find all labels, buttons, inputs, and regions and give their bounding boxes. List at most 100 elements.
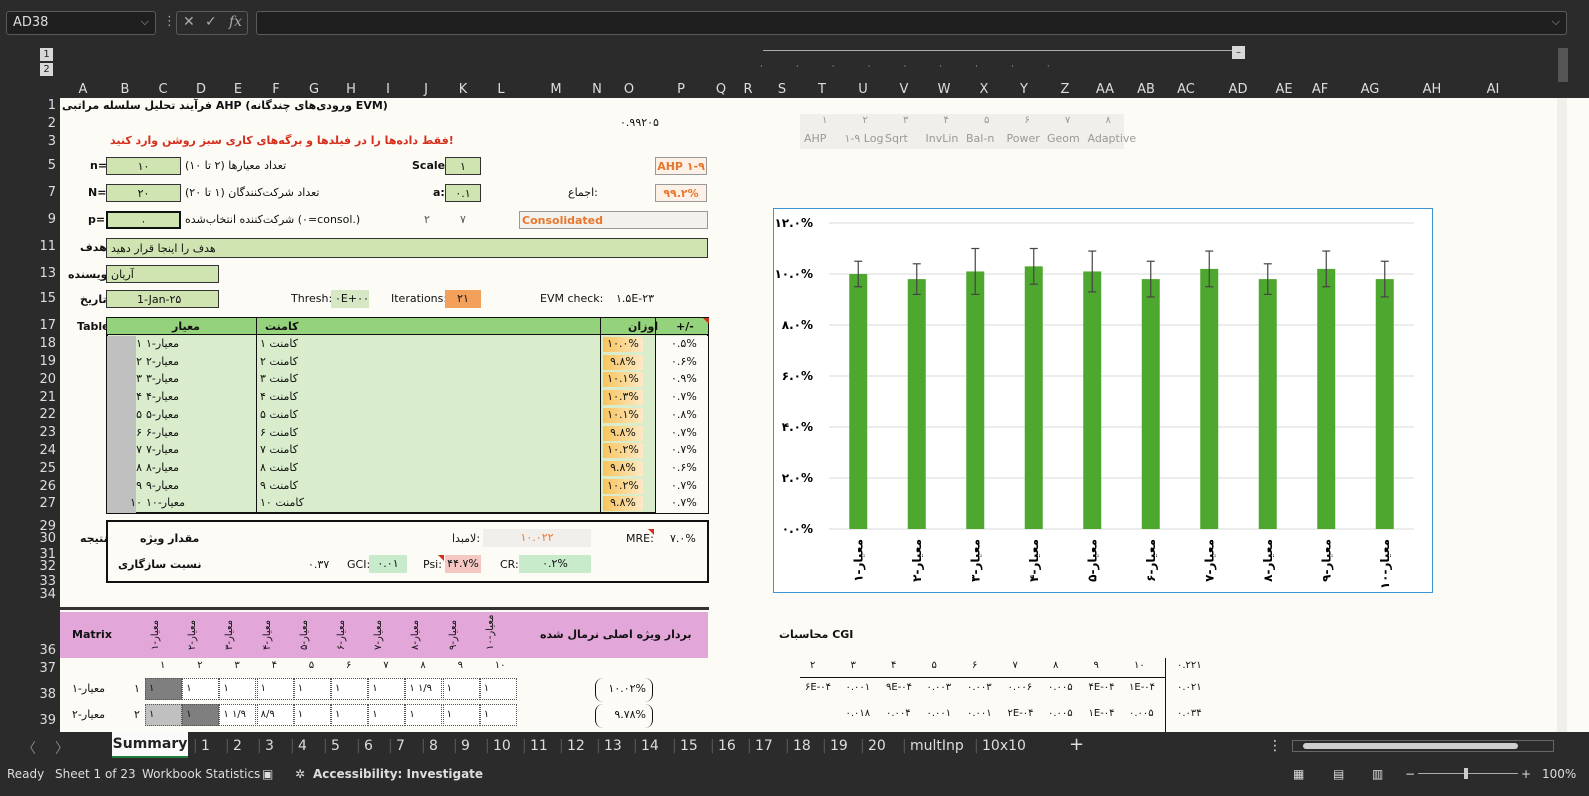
col-header[interactable]: P — [677, 82, 685, 97]
criteria-comment[interactable]: کامنت ۱ — [260, 337, 298, 350]
sheet-tab[interactable]: 5 — [331, 738, 340, 754]
row-header[interactable]: 7 — [48, 185, 56, 200]
accessibility-icon[interactable]: ✲ — [295, 767, 305, 781]
row-header[interactable]: 30 — [39, 531, 56, 546]
col-header[interactable]: N — [592, 82, 602, 97]
scale-option-name[interactable]: Bal-n — [966, 132, 994, 145]
col-header[interactable]: H — [346, 82, 356, 97]
scale-option-name[interactable]: Adaptive — [1088, 132, 1137, 145]
add-sheet-icon[interactable]: + — [1069, 734, 1084, 755]
tab-scroll-left-icon[interactable]: 〈 — [22, 738, 36, 758]
matrix-cell[interactable]: ۱ — [331, 678, 368, 700]
col-header[interactable]: M — [550, 82, 561, 97]
criteria-comment[interactable]: کامنت ۵ — [260, 408, 298, 421]
col-header[interactable]: AD — [1229, 82, 1248, 97]
matrix-cell[interactable]: ۱ ۱/۹ — [405, 678, 443, 700]
zoom-out-icon[interactable]: − — [1405, 767, 1415, 781]
row-header[interactable]: 2 — [48, 116, 56, 131]
row-header[interactable]: 38 — [39, 687, 56, 702]
criteria-name[interactable]: معیار-۶ — [146, 426, 179, 439]
outline-level-1-button[interactable]: 1 — [40, 48, 53, 61]
matrix-cell[interactable]: ۱ — [331, 704, 368, 726]
sheet-tab[interactable]: multInp — [910, 738, 964, 754]
col-header[interactable]: R — [743, 82, 752, 97]
sheet-tab[interactable]: 2 — [233, 738, 242, 754]
row-header[interactable]: 18 — [39, 336, 56, 351]
sheet-tab[interactable]: 4 — [298, 738, 307, 754]
scale-input[interactable]: ۱ — [445, 157, 481, 175]
col-header[interactable]: S — [778, 82, 786, 97]
row-header[interactable]: 23 — [39, 425, 56, 440]
accessibility-status[interactable]: Accessibility: Investigate — [313, 767, 483, 781]
sheet-tab[interactable]: 3 — [265, 738, 274, 754]
col-header[interactable]: I — [386, 82, 390, 97]
author-input[interactable]: آریان — [106, 265, 219, 283]
matrix-cell[interactable]: ۱ — [442, 678, 480, 700]
sheet-tab[interactable]: 15 — [680, 738, 698, 754]
row-header[interactable]: 15 — [39, 291, 56, 306]
cancel-icon[interactable]: ✕ — [183, 14, 195, 30]
col-header[interactable]: AB — [1137, 82, 1155, 97]
criteria-comment[interactable]: کامنت ۷ — [260, 443, 298, 456]
criteria-name[interactable]: معیار-۳ — [146, 372, 179, 385]
row-header[interactable]: 26 — [39, 479, 56, 494]
row-header[interactable]: 3 — [48, 134, 56, 149]
col-header[interactable]: AE — [1275, 82, 1292, 97]
col-header[interactable]: Q — [716, 82, 726, 97]
p-input[interactable]: ۰ — [106, 211, 181, 229]
sheet-tab[interactable]: 19 — [830, 738, 848, 754]
criteria-name[interactable]: معیار-۷ — [146, 443, 179, 456]
criteria-name[interactable]: معیار-۸ — [146, 461, 179, 474]
col-header[interactable]: AG — [1361, 82, 1380, 97]
col-header[interactable]: B — [121, 82, 130, 97]
criteria-name[interactable]: معیار-۱۰ — [146, 496, 185, 509]
row-header[interactable]: 25 — [39, 461, 56, 476]
sheet-tab[interactable]: 17 — [755, 738, 773, 754]
row-header[interactable]: 11 — [39, 239, 56, 254]
matrix-cell[interactable]: ۱ — [479, 678, 517, 700]
zoom-thumb[interactable] — [1464, 768, 1468, 779]
chevron-down-icon[interactable]: ⌵ — [141, 15, 149, 29]
workbook-statistics[interactable]: Workbook Statistics — [142, 767, 260, 781]
col-header[interactable]: AA — [1096, 82, 1114, 97]
sheet-tab[interactable]: 8 — [429, 738, 438, 754]
criteria-comment[interactable]: کامنت ۲ — [260, 355, 298, 368]
macro-icon[interactable]: ▣ — [262, 767, 273, 781]
row-header[interactable]: 20 — [39, 372, 56, 387]
matrix-cell[interactable]: ۱ — [219, 678, 257, 700]
row-header[interactable]: 9 — [48, 212, 56, 227]
criteria-comment[interactable]: کامنت ۴ — [260, 390, 298, 403]
sheet-tab[interactable]: 13 — [604, 738, 622, 754]
criteria-comment[interactable]: کامنت ۸ — [260, 461, 298, 474]
matrix-cell[interactable]: ۱ — [293, 704, 331, 726]
col-header[interactable]: J — [424, 82, 428, 97]
zoom-slider[interactable] — [1418, 773, 1518, 774]
matrix-cell[interactable]: ۱ — [145, 678, 182, 700]
page-layout-icon[interactable]: ▤ — [1333, 767, 1344, 781]
scrollbar-thumb[interactable] — [1303, 743, 1518, 749]
matrix-cell[interactable]: ۱ ۱/۹ — [219, 704, 257, 726]
matrix-cell[interactable]: ۱ — [182, 704, 220, 726]
formula-input[interactable]: ⌵ — [256, 11, 1567, 35]
col-header[interactable]: V — [900, 82, 909, 97]
col-header[interactable]: Z — [1061, 82, 1070, 97]
sheet-tab[interactable]: 18 — [793, 738, 811, 754]
sheet-tab[interactable]: 1 — [201, 738, 210, 754]
row-header[interactable]: 34 — [39, 587, 56, 602]
col-header[interactable]: AC — [1177, 82, 1195, 97]
col-header[interactable]: D — [196, 82, 206, 97]
col-header[interactable]: Y — [1020, 82, 1028, 97]
collapse-group-button[interactable]: – — [1232, 46, 1245, 59]
row-header[interactable]: 32 — [39, 559, 56, 574]
row-header[interactable]: 13 — [39, 266, 56, 281]
sheet-tab[interactable]: 16 — [718, 738, 736, 754]
matrix-cell[interactable]: ۱ — [442, 704, 480, 726]
criteria-name[interactable]: معیار-۱ — [146, 337, 179, 350]
name-box[interactable]: AD38 ⌵ — [6, 11, 156, 35]
matrix-cell[interactable]: ۸/۹ — [256, 704, 294, 726]
col-header[interactable]: K — [459, 82, 468, 97]
scale-option-name[interactable]: InvLin — [926, 132, 959, 145]
criteria-name[interactable]: معیار-۹ — [146, 479, 179, 492]
row-header[interactable]: 21 — [39, 390, 56, 405]
N-input[interactable]: ۲۰ — [106, 184, 181, 202]
